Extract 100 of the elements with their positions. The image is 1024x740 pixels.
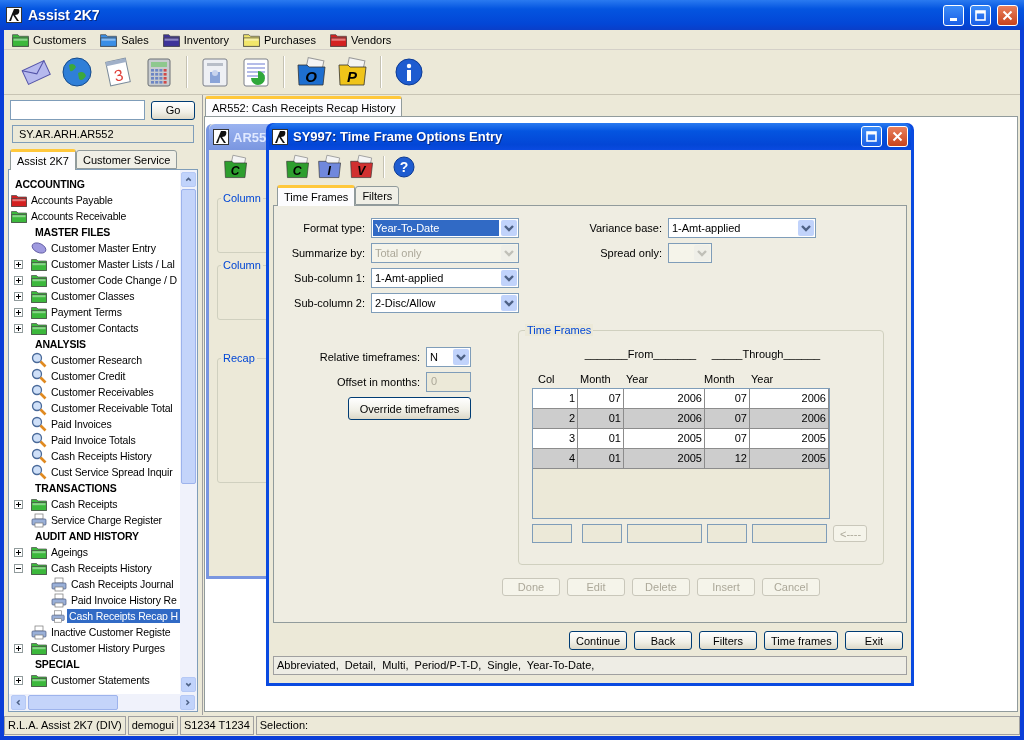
search-field[interactable] <box>10 100 145 120</box>
window-title: Assist 2K7 <box>28 7 101 23</box>
report-icon[interactable] <box>240 56 272 88</box>
menu-item[interactable]: Inventory <box>160 32 231 47</box>
expand-toggle[interactable] <box>14 563 23 573</box>
column-header: Month <box>579 373 612 387</box>
expand-toggle[interactable] <box>14 291 23 301</box>
field-label: Relative timeframes: <box>319 351 420 363</box>
tree-item[interactable]: Customer Master Entry <box>49 241 158 255</box>
tab[interactable]: Filters <box>355 186 400 205</box>
input-field[interactable] <box>752 524 827 543</box>
horizontal-scrollbar[interactable] <box>9 694 197 711</box>
tree-item[interactable]: Payment Terms <box>49 305 124 319</box>
magnifier-icon <box>31 448 47 464</box>
dropdown-value: Total only <box>374 246 423 261</box>
tab[interactable]: Time Frames <box>277 185 356 206</box>
tree-item[interactable]: Customer Master Lists / Lal <box>49 257 177 271</box>
vertical-scrollbar[interactable] <box>180 170 197 694</box>
magnifier-icon <box>31 464 47 480</box>
tree-item[interactable]: Paid Invoices <box>49 417 114 431</box>
tree-item[interactable]: Customer Receivable Total <box>49 401 175 415</box>
expand-toggle[interactable] <box>14 275 23 285</box>
expand-toggle[interactable] <box>14 643 23 653</box>
close-icon <box>892 131 903 142</box>
tree-item[interactable]: Customer Contacts <box>49 321 141 335</box>
calendar-icon[interactable]: 3 <box>102 56 134 88</box>
override-timeframes-button[interactable]: Override timeframes <box>348 397 471 420</box>
input-field[interactable] <box>582 524 622 543</box>
menu-item[interactable]: Purchases <box>240 32 318 47</box>
dropdown[interactable]: 1-Amt-applied <box>668 218 816 238</box>
group-title: Column <box>221 192 263 204</box>
dialog-button[interactable]: Back <box>634 631 692 650</box>
tree-item[interactable]: Cust Service Spread Inquir <box>49 465 175 479</box>
column-header: Year <box>750 373 775 387</box>
table-cell: 07 <box>705 429 750 449</box>
tree-item[interactable]: Cash Receipts History <box>49 449 154 463</box>
expand-toggle[interactable] <box>14 675 23 685</box>
tree-item[interactable]: Customer Research <box>49 353 144 367</box>
close-button[interactable] <box>887 126 908 147</box>
tree-item[interactable]: Customer History Purges <box>49 641 167 655</box>
tree-item[interactable]: Inactive Customer Registe <box>49 625 173 639</box>
tree-item[interactable]: Paid Invoice Totals <box>49 433 138 447</box>
minimize-button[interactable] <box>943 4 964 26</box>
group-title: Column <box>221 259 263 271</box>
column-header: Col <box>537 373 556 387</box>
tree-item[interactable]: Service Charge Register <box>49 513 164 527</box>
tree-item[interactable]: Customer Classes <box>49 289 137 303</box>
dialog-button[interactable]: Exit <box>845 631 903 650</box>
field-label: Sub-column 1: <box>293 272 365 284</box>
help-icon[interactable]: ? <box>393 156 415 178</box>
dialog-button[interactable]: Filters <box>699 631 757 650</box>
dropdown[interactable]: 2-Disc/Allow <box>371 293 519 313</box>
info-icon[interactable] <box>393 56 425 88</box>
maximize-icon <box>975 9 986 21</box>
menu-item[interactable]: Sales <box>98 32 151 47</box>
tree-item[interactable]: Customer Statements <box>49 673 152 687</box>
menu-item[interactable]: Customers <box>10 32 89 47</box>
table-cell: 2005 <box>750 449 829 469</box>
tree-item[interactable]: Customer Code Change / D <box>49 273 179 287</box>
dropdown[interactable]: N <box>426 347 471 367</box>
tree-item[interactable]: Customer Receivables <box>49 385 156 399</box>
status-bar-cell: S1234 T1234 <box>179 716 254 735</box>
input-field[interactable] <box>532 524 572 543</box>
expand-toggle[interactable] <box>14 307 23 317</box>
dropdown[interactable]: Year-To-Date <box>371 218 519 238</box>
column-group-header: _______From_______ <box>583 348 698 362</box>
expand-toggle[interactable] <box>14 259 23 269</box>
dialog-button[interactable]: Continue <box>569 631 627 650</box>
menu-item[interactable]: Vendors <box>327 32 394 47</box>
close-icon <box>1002 9 1013 21</box>
printer-icon <box>31 624 47 640</box>
dialog-button[interactable]: Time frames <box>764 631 838 650</box>
tree-item[interactable]: Cash Receipts History <box>49 561 154 575</box>
tree-item[interactable]: Paid Invoice History Re <box>69 593 179 607</box>
tree-item[interactable]: Accounts Receivable <box>29 209 129 223</box>
globe-icon[interactable] <box>61 56 93 88</box>
go-button[interactable]: Go <box>151 100 195 120</box>
table-cell: 2005 <box>624 449 705 469</box>
expand-toggle[interactable] <box>14 547 23 557</box>
magnifier-icon <box>31 400 47 416</box>
input-field[interactable] <box>707 524 747 543</box>
expand-toggle[interactable] <box>14 499 23 509</box>
tree-item[interactable]: Cash Receipts Recap H <box>67 609 180 623</box>
magnifier-icon <box>31 432 47 448</box>
tree-item[interactable]: Accounts Payable <box>29 193 115 207</box>
dropdown[interactable]: 1-Amt-applied <box>371 268 519 288</box>
tab[interactable]: AR552: Cash Receipts Recap History <box>205 96 403 117</box>
tree-item[interactable]: Ageings <box>49 545 90 559</box>
tree-item[interactable]: Cash Receipts <box>49 497 120 511</box>
expand-toggle[interactable] <box>14 323 23 333</box>
close-button[interactable] <box>997 4 1018 26</box>
field-label: Offset in months: <box>337 376 420 388</box>
tree-item[interactable]: Customer Credit <box>49 369 128 383</box>
input-field[interactable] <box>627 524 702 543</box>
maximize-button[interactable] <box>970 4 991 26</box>
tree-item[interactable]: Cash Receipts Journal <box>69 577 176 591</box>
tab[interactable]: Assist 2K7 <box>10 149 76 170</box>
maximize-button[interactable] <box>861 126 882 147</box>
maximize-icon <box>866 131 877 142</box>
tab[interactable]: Customer Service <box>75 150 178 169</box>
